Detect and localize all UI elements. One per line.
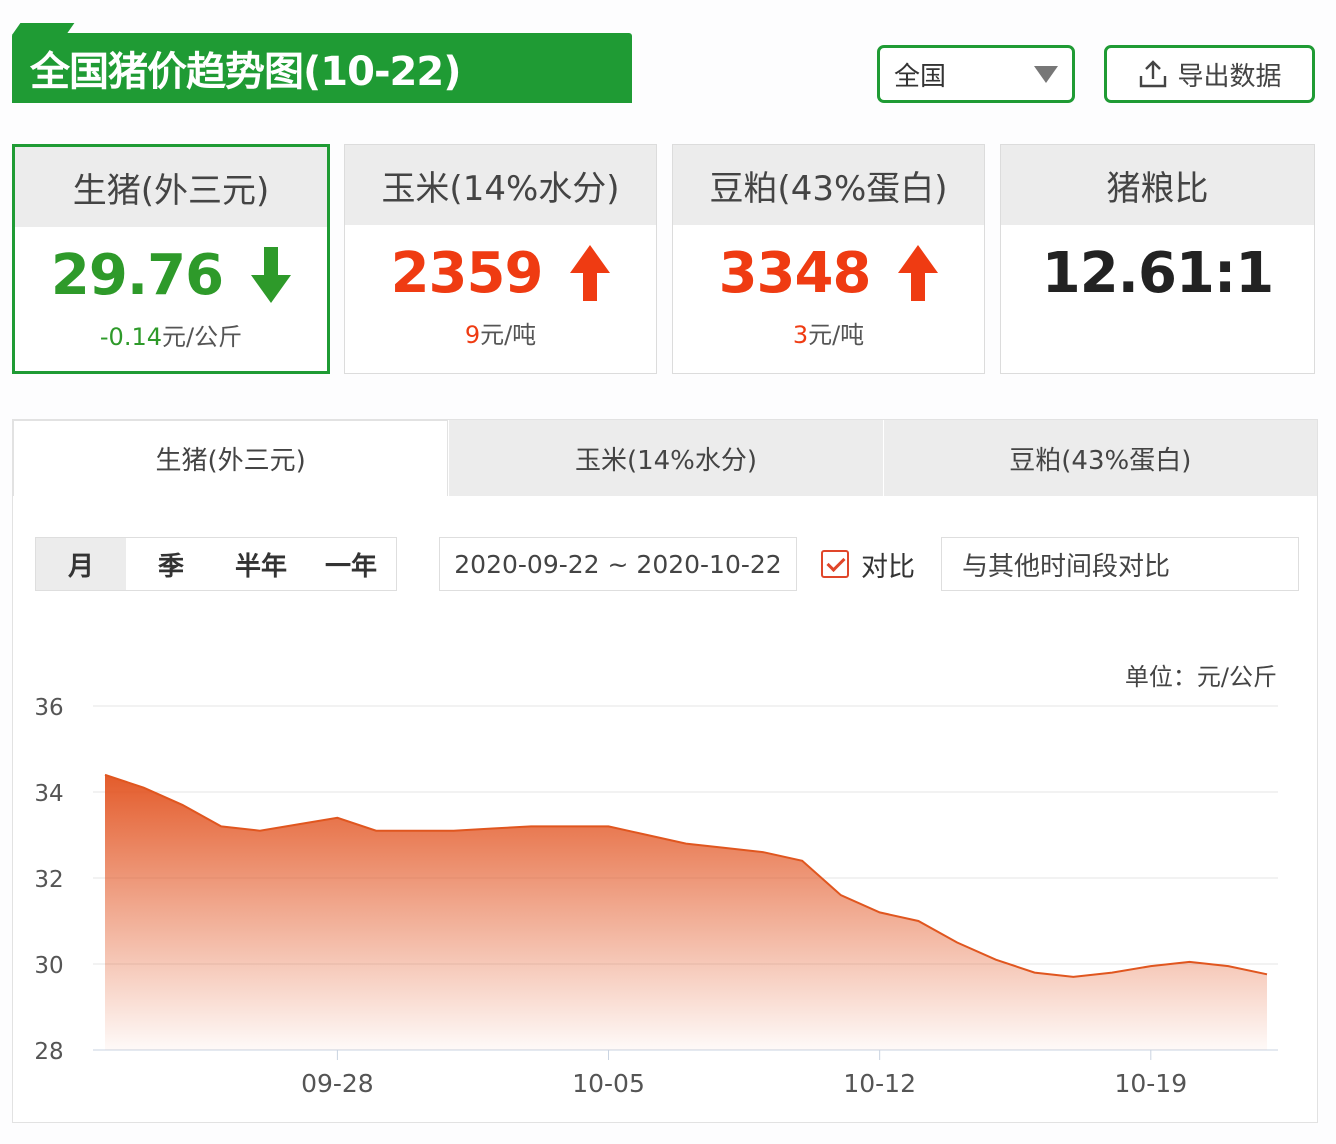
card-live-pig[interactable]: 生猪(外三元) 29.76 -0.14元/公斤 [12,144,330,374]
chart-panel: 生猪(外三元) 玉米(14%水分) 豆粕(43%蛋白) 月 季 半年 一年 20… [12,419,1318,1123]
x-tick-label: 09-28 [301,1069,374,1098]
card-title: 玉米(14%水分) [345,145,656,225]
compare-toggle[interactable]: 对比 [821,537,915,591]
card-change-unit: 元/公斤 [162,323,243,351]
x-tick-label: 10-05 [572,1069,645,1098]
card-change-value: -0.14 [99,323,162,351]
time-range-selector: 月 季 半年 一年 [35,537,397,591]
region-select[interactable]: 全国 [877,45,1075,103]
export-data-label: 导出数据 [1177,61,1282,92]
price-area [105,774,1267,1050]
arrow-up-icon [570,245,611,301]
arrow-up-icon [898,245,939,301]
card-soymeal[interactable]: 豆粕(43%蛋白) 3348 3元/吨 [672,144,985,374]
y-tick-label: 28 [34,1039,63,1065]
commodity-tabs: 生猪(外三元) 玉米(14%水分) 豆粕(43%蛋白) [13,420,1317,496]
card-value: 2359 [390,240,544,306]
card-change-unit: 元/吨 [480,321,537,349]
card-corn[interactable]: 玉米(14%水分) 2359 9元/吨 [344,144,657,374]
price-area-chart: 28 30 32 34 36 09-28 10-05 10-12 10-19 [34,695,1278,1098]
export-data-button[interactable]: 导出数据 [1104,45,1315,103]
compare-label: 对比 [861,551,915,583]
card-change: 9元/吨 [345,315,656,350]
card-change: -0.14元/公斤 [15,317,327,352]
card-value: 3348 [718,240,872,306]
y-tick-label: 30 [34,953,63,979]
card-title: 猪粮比 [1001,145,1314,225]
y-tick-label: 32 [34,867,63,893]
range-month-button[interactable]: 月 [36,538,126,590]
y-tick-label: 34 [34,781,63,807]
title-banner: 全国猪价趋势图(10-22) [12,33,632,103]
tab-soymeal[interactable]: 豆粕(43%蛋白) [882,420,1317,496]
x-tick-label: 10-19 [1114,1069,1187,1098]
tab-live-pig[interactable]: 生猪(外三元) [13,420,449,496]
card-pig-grain-ratio[interactable]: 猪粮比 12.61:1 [1000,144,1315,374]
caret-down-icon [1034,65,1058,83]
tab-corn[interactable]: 玉米(14%水分) [448,420,883,496]
range-year-button[interactable]: 一年 [306,538,396,590]
y-tick-label: 36 [34,695,63,721]
checkbox-checked-icon[interactable] [821,550,849,578]
upload-icon [1140,60,1167,88]
card-change-value: 3 [792,321,809,349]
page-title: 全国猪价趋势图(10-22) [30,49,461,95]
date-range-picker[interactable]: 2020-09-22 ~ 2020-10-22 [439,537,797,591]
card-change: 3元/吨 [673,315,984,350]
card-value: 29.76 [50,242,224,308]
card-title: 生猪(外三元) [15,147,327,227]
card-title: 豆粕(43%蛋白) [673,145,984,225]
range-half-year-button[interactable]: 半年 [216,538,306,590]
card-change-unit: 元/吨 [808,321,865,349]
region-select-value: 全国 [894,61,947,92]
x-tick-label: 10-12 [843,1069,916,1098]
compare-period-input[interactable]: 与其他时间段对比 [941,537,1299,591]
arrow-down-icon [251,247,292,303]
card-change-value: 9 [464,321,481,349]
range-quarter-button[interactable]: 季 [126,538,216,590]
card-value: 12.61:1 [1041,240,1274,306]
